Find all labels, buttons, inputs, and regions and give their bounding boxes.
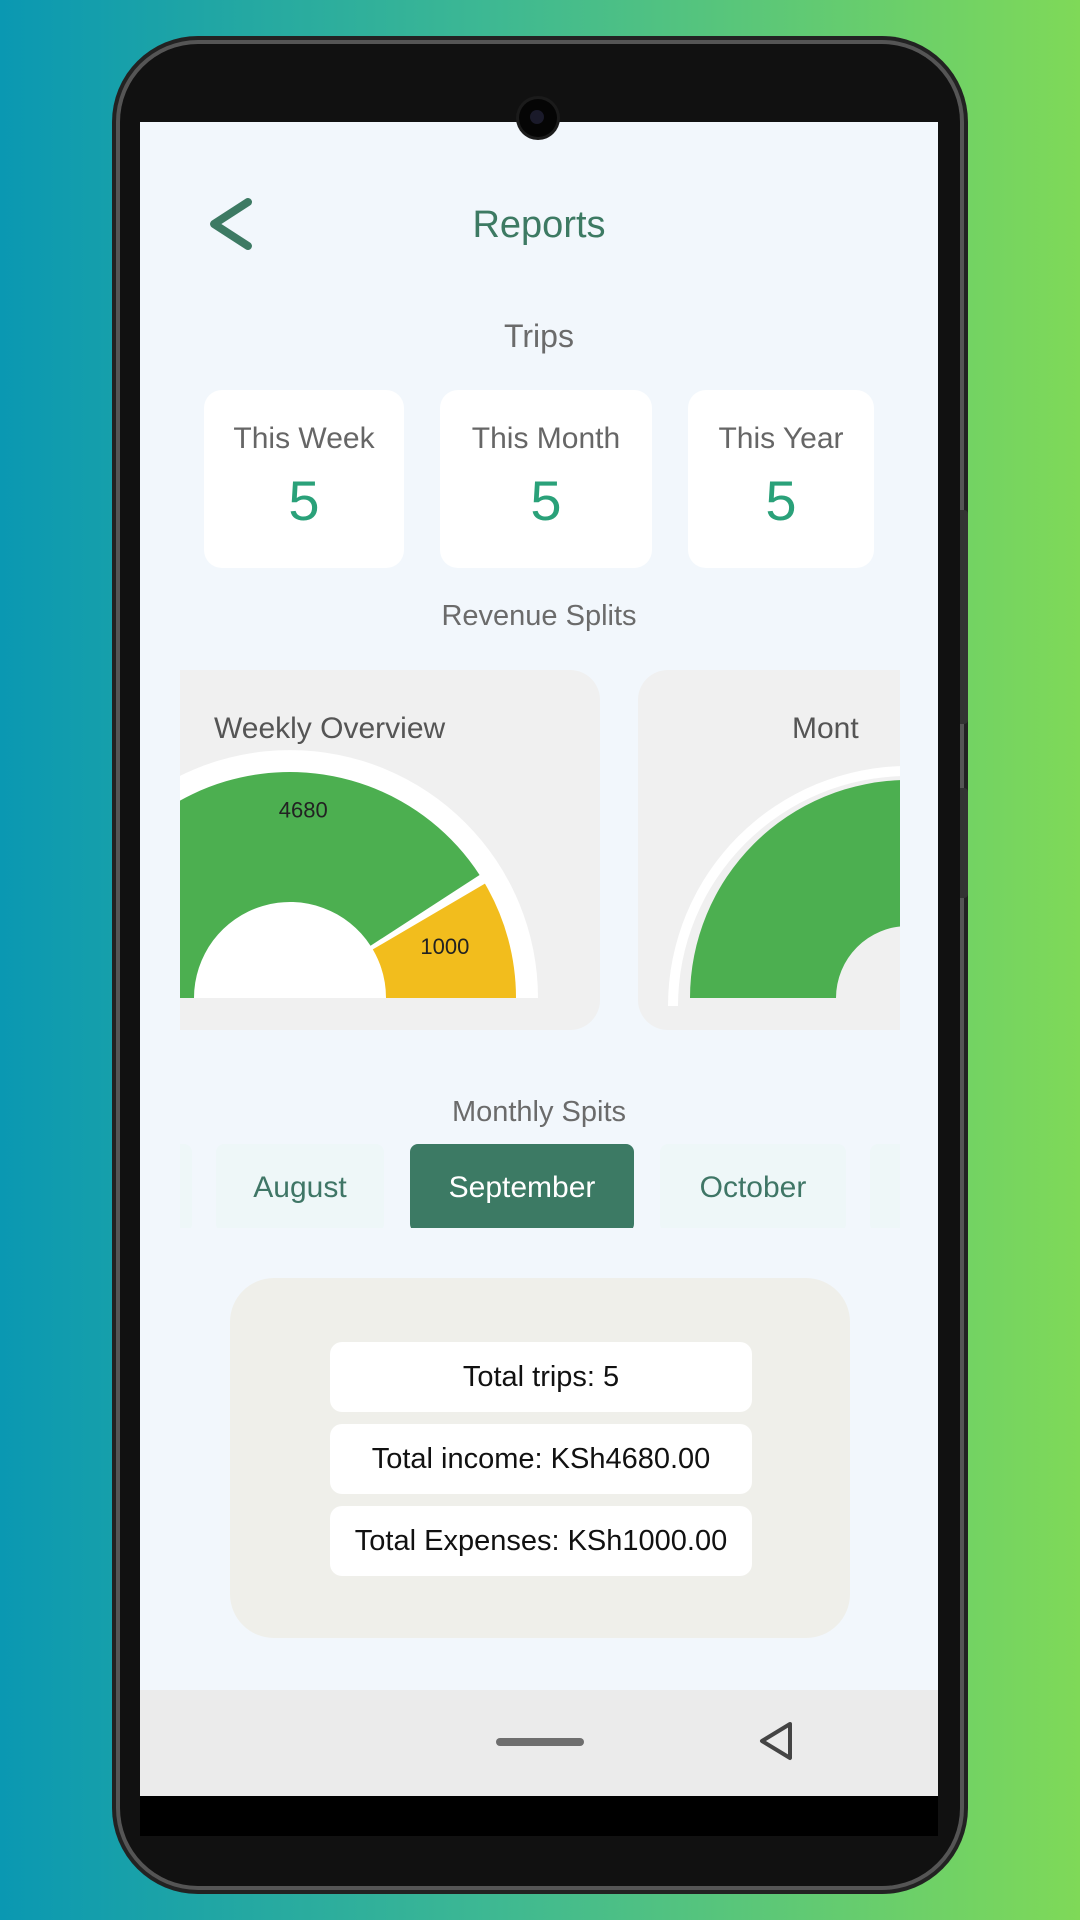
revenue-carousel[interactable]: Weekly Overview 4680 1000 Mont 4: [180, 662, 900, 1042]
trip-card-month: This Month 5: [440, 390, 652, 568]
weekly-gauge-chart: 4680 1000: [180, 750, 538, 998]
summary-card: Total trips: 5 Total income: KSh4680.00 …: [230, 1278, 850, 1638]
total-expenses-row: Total Expenses: KSh1000.00: [330, 1506, 752, 1576]
revenue-section-label: Revenue Splits: [441, 600, 637, 632]
trip-card-label: This Year: [718, 422, 844, 455]
month-pill-september[interactable]: September: [410, 1144, 634, 1228]
trips-section-label: Trips: [504, 318, 574, 354]
trip-card-label: This Month: [471, 422, 621, 455]
weekly-gauge-income-label: 4680: [279, 797, 328, 822]
system-navigation-bar: [140, 1690, 938, 1796]
month-pill-november[interactable]: [870, 1144, 900, 1228]
total-income-row: Total income: KSh4680.00: [330, 1424, 752, 1494]
home-bar-icon[interactable]: [496, 1738, 584, 1746]
monthly-section-label: Monthly Spits: [451, 1096, 627, 1128]
trip-card-value: 5: [530, 469, 562, 532]
trip-card-value: 5: [288, 469, 320, 532]
month-pill-august[interactable]: August: [216, 1144, 384, 1228]
trip-card-year: This Year 5: [688, 390, 874, 568]
gauge-card-weekly: Weekly Overview 4680 1000: [180, 670, 600, 1030]
bottom-bezel: [140, 1796, 938, 1836]
trip-card-week: This Week 5: [204, 390, 404, 568]
triangle-back-icon[interactable]: [756, 1720, 796, 1762]
monthly-gauge-income-arc: [690, 780, 900, 998]
month-selector[interactable]: August September October: [180, 1132, 900, 1228]
trip-card-value: 5: [765, 469, 797, 532]
month-pill-july[interactable]: [180, 1144, 192, 1228]
page-title: Reports: [472, 204, 606, 246]
gauge-card-monthly: Mont 4: [638, 670, 900, 1030]
trip-card-label: This Week: [233, 422, 375, 455]
front-camera: [519, 99, 557, 137]
weekly-gauge-expenses-label: 1000: [420, 934, 469, 959]
app-screen: Reports Trips This Week 5 This Month 5 T…: [140, 122, 938, 1796]
volume-button: [960, 788, 968, 898]
top-app-bar: Reports: [140, 122, 938, 282]
power-button: [960, 510, 968, 724]
monthly-gauge-chart: 4: [668, 766, 900, 1006]
month-pill-october[interactable]: October: [660, 1144, 846, 1228]
total-trips-row: Total trips: 5: [330, 1342, 752, 1412]
